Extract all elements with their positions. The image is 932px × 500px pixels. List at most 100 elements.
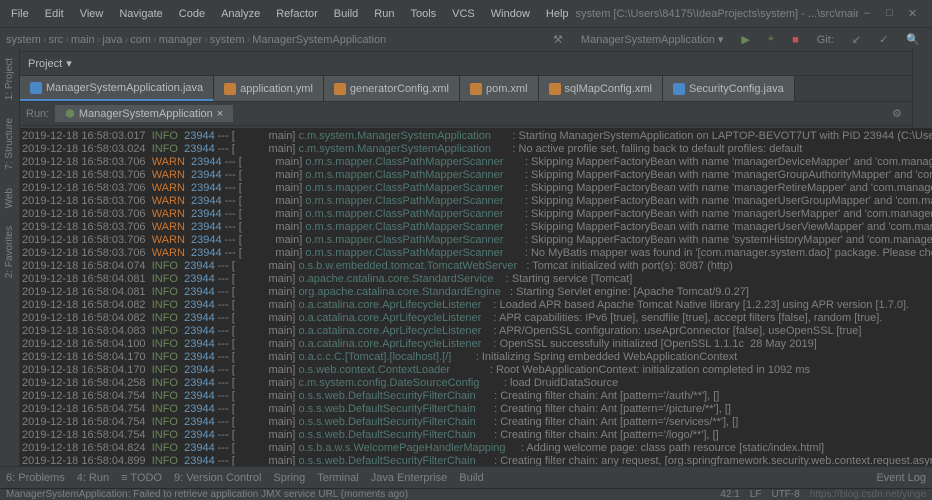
run-label: Run:: [26, 108, 49, 120]
run-icon[interactable]: ▶: [735, 31, 755, 48]
log-line: 2019-12-18 16:58:03.706 WARN 23944 --- […: [22, 221, 930, 234]
nav-bar: system›src›main›java›com›manager›system›…: [0, 28, 932, 52]
close-tab-icon[interactable]: ×: [217, 108, 223, 120]
tool-window-button[interactable]: Web: [4, 182, 15, 214]
menu-navigate[interactable]: Navigate: [112, 4, 169, 24]
log-line: 2019-12-18 16:58:04.754 INFO 23944 --- […: [22, 429, 930, 442]
log-line: 2019-12-18 16:58:03.706 WARN 23944 --- […: [22, 195, 930, 208]
title-bar: FileEditViewNavigateCodeAnalyzeRefactorB…: [0, 0, 932, 28]
event-log-tab[interactable]: Event Log: [876, 472, 926, 484]
stop-icon[interactable]: ■: [786, 32, 805, 48]
run-config-selector[interactable]: ManagerSystemApplication ▾: [575, 31, 729, 48]
tool-window-tab[interactable]: ≡ TODO: [121, 472, 162, 484]
encoding[interactable]: UTF-8: [771, 489, 799, 500]
maximize-icon[interactable]: □: [886, 7, 900, 21]
tool-window-button[interactable]: 2: Favorites: [4, 220, 15, 284]
window-title: system [C:\Users\84175\IdeaProjects\syst…: [576, 8, 858, 20]
tool-window-button[interactable]: 7: Structure: [4, 112, 15, 176]
log-line: 2019-12-18 16:58:04.170 INFO 23944 --- […: [22, 351, 930, 364]
status-bar: ManagerSystemApplication: Failed to retr…: [0, 488, 932, 500]
git-update-icon[interactable]: ↙: [846, 31, 867, 48]
tool-window-tab[interactable]: 6: Problems: [6, 472, 65, 484]
search-icon[interactable]: 🔍: [900, 31, 926, 48]
menu-view[interactable]: View: [73, 4, 111, 24]
watermark: https://blog.csdn.net/yinge: [810, 489, 926, 500]
log-line: 2019-12-18 16:58:03.706 WARN 23944 --- […: [22, 247, 930, 260]
log-line: 2019-12-18 16:58:04.074 INFO 23944 --- […: [22, 260, 930, 273]
menu-analyze[interactable]: Analyze: [214, 4, 267, 24]
xml-file-icon: [224, 83, 236, 95]
log-line: 2019-12-18 16:58:04.754 INFO 23944 --- […: [22, 390, 930, 403]
editor-tabs: ManagerSystemApplication.java application…: [20, 76, 932, 102]
editor-tab[interactable]: sqlMapConfig.xml: [539, 76, 663, 101]
line-separator[interactable]: LF: [750, 489, 762, 500]
log-line: 2019-12-18 16:58:04.082 INFO 23944 --- […: [22, 312, 930, 325]
tool-settings-icon[interactable]: ⚙: [886, 107, 908, 120]
menu-file[interactable]: File: [4, 4, 36, 24]
left-tool-strip: 1: Project 7: Structure Web 2: Favorites: [0, 48, 20, 476]
menu-build[interactable]: Build: [327, 4, 365, 24]
tool-window-button[interactable]: 1: Project: [4, 52, 15, 106]
menu-help[interactable]: Help: [539, 4, 576, 24]
breadcrumb-item[interactable]: src: [49, 34, 64, 46]
editor-tab[interactable]: pom.xml: [460, 76, 539, 101]
tool-window-tab[interactable]: 4: Run: [77, 472, 109, 484]
editor-tab[interactable]: application.yml: [214, 76, 324, 101]
breadcrumb-item[interactable]: system: [210, 34, 245, 46]
cursor-position[interactable]: 42:1: [720, 489, 739, 500]
tool-window-tab[interactable]: Java Enterprise: [371, 472, 447, 484]
log-line: 2019-12-18 16:58:04.754 INFO 23944 --- […: [22, 416, 930, 429]
tab-label: ManagerSystemApplication.java: [46, 82, 203, 94]
breadcrumb-item[interactable]: system: [6, 34, 41, 46]
menu-window[interactable]: Window: [484, 4, 537, 24]
editor-tab[interactable]: generatorConfig.xml: [324, 76, 460, 101]
git-commit-icon[interactable]: ✓: [873, 31, 894, 48]
log-line: 2019-12-18 16:58:03.706 WARN 23944 --- […: [22, 156, 930, 169]
log-line: 2019-12-18 16:58:04.082 INFO 23944 --- […: [22, 299, 930, 312]
tab-label: generatorConfig.xml: [350, 83, 449, 95]
close-icon[interactable]: ✕: [908, 7, 922, 21]
breadcrumb-item[interactable]: ManagerSystemApplication: [252, 34, 386, 46]
breadcrumb[interactable]: system›src›main›java›com›manager›system›…: [6, 34, 386, 46]
breadcrumb-item[interactable]: manager: [159, 34, 202, 46]
xml-file-icon: [549, 83, 561, 95]
console-output[interactable]: 2019-12-18 16:58:03.017 INFO 23944 --- […: [20, 128, 932, 476]
tool-window-tab[interactable]: Build: [459, 472, 483, 484]
tool-window-tab[interactable]: Terminal: [317, 472, 359, 484]
run-config-tab[interactable]: ⬢ ManagerSystemApplication ×: [55, 105, 233, 122]
java-file-icon: [30, 82, 42, 94]
editor-tab[interactable]: ManagerSystemApplication.java: [20, 76, 214, 101]
tool-window-tab[interactable]: Spring: [273, 472, 305, 484]
breadcrumb-item[interactable]: java: [102, 34, 122, 46]
menu-tools[interactable]: Tools: [403, 4, 443, 24]
xml-file-icon: [334, 83, 346, 95]
log-line: 2019-12-18 16:58:03.706 WARN 23944 --- […: [22, 208, 930, 221]
menu-vcs[interactable]: VCS: [445, 4, 482, 24]
editor-tab[interactable]: SecurityConfig.java: [663, 76, 795, 101]
tool-window-tab[interactable]: 9: Version Control: [174, 472, 261, 484]
menu-refactor[interactable]: Refactor: [269, 4, 325, 24]
bottom-tool-bar: 6: Problems 4: Run ≡ TODO 9: Version Contro…: [0, 466, 932, 488]
breadcrumb-item[interactable]: main: [71, 34, 95, 46]
log-line: 2019-12-18 16:58:04.083 INFO 23944 --- […: [22, 325, 930, 338]
log-line: 2019-12-18 16:58:03.706 WARN 23944 --- […: [22, 182, 930, 195]
debug-icon[interactable]: ⌖: [762, 31, 780, 48]
xml-file-icon: [470, 83, 482, 95]
run-tool-header: Run: ⬢ ManagerSystemApplication × ⚙ –: [20, 102, 932, 126]
minimize-icon[interactable]: –: [864, 7, 878, 21]
log-line: 2019-12-18 16:58:04.824 INFO 23944 --- […: [22, 442, 930, 455]
build-icon[interactable]: ⚒: [547, 31, 569, 48]
menu-run[interactable]: Run: [367, 4, 401, 24]
log-line: 2019-12-18 16:58:03.024 INFO 23944 --- […: [22, 143, 930, 156]
tab-label: application.yml: [240, 83, 313, 95]
log-line: 2019-12-18 16:58:04.100 INFO 23944 --- […: [22, 338, 930, 351]
breadcrumb-item[interactable]: com: [130, 34, 151, 46]
menu-edit[interactable]: Edit: [38, 4, 71, 24]
java-file-icon: [673, 83, 685, 95]
menu-code[interactable]: Code: [172, 4, 212, 24]
git-label: Git:: [811, 32, 840, 48]
log-line: 2019-12-18 16:58:04.170 INFO 23944 --- […: [22, 364, 930, 377]
log-line: 2019-12-18 16:58:04.754 INFO 23944 --- […: [22, 403, 930, 416]
project-panel-header[interactable]: Project ▾: [20, 52, 932, 76]
tab-label: sqlMapConfig.xml: [565, 83, 652, 95]
